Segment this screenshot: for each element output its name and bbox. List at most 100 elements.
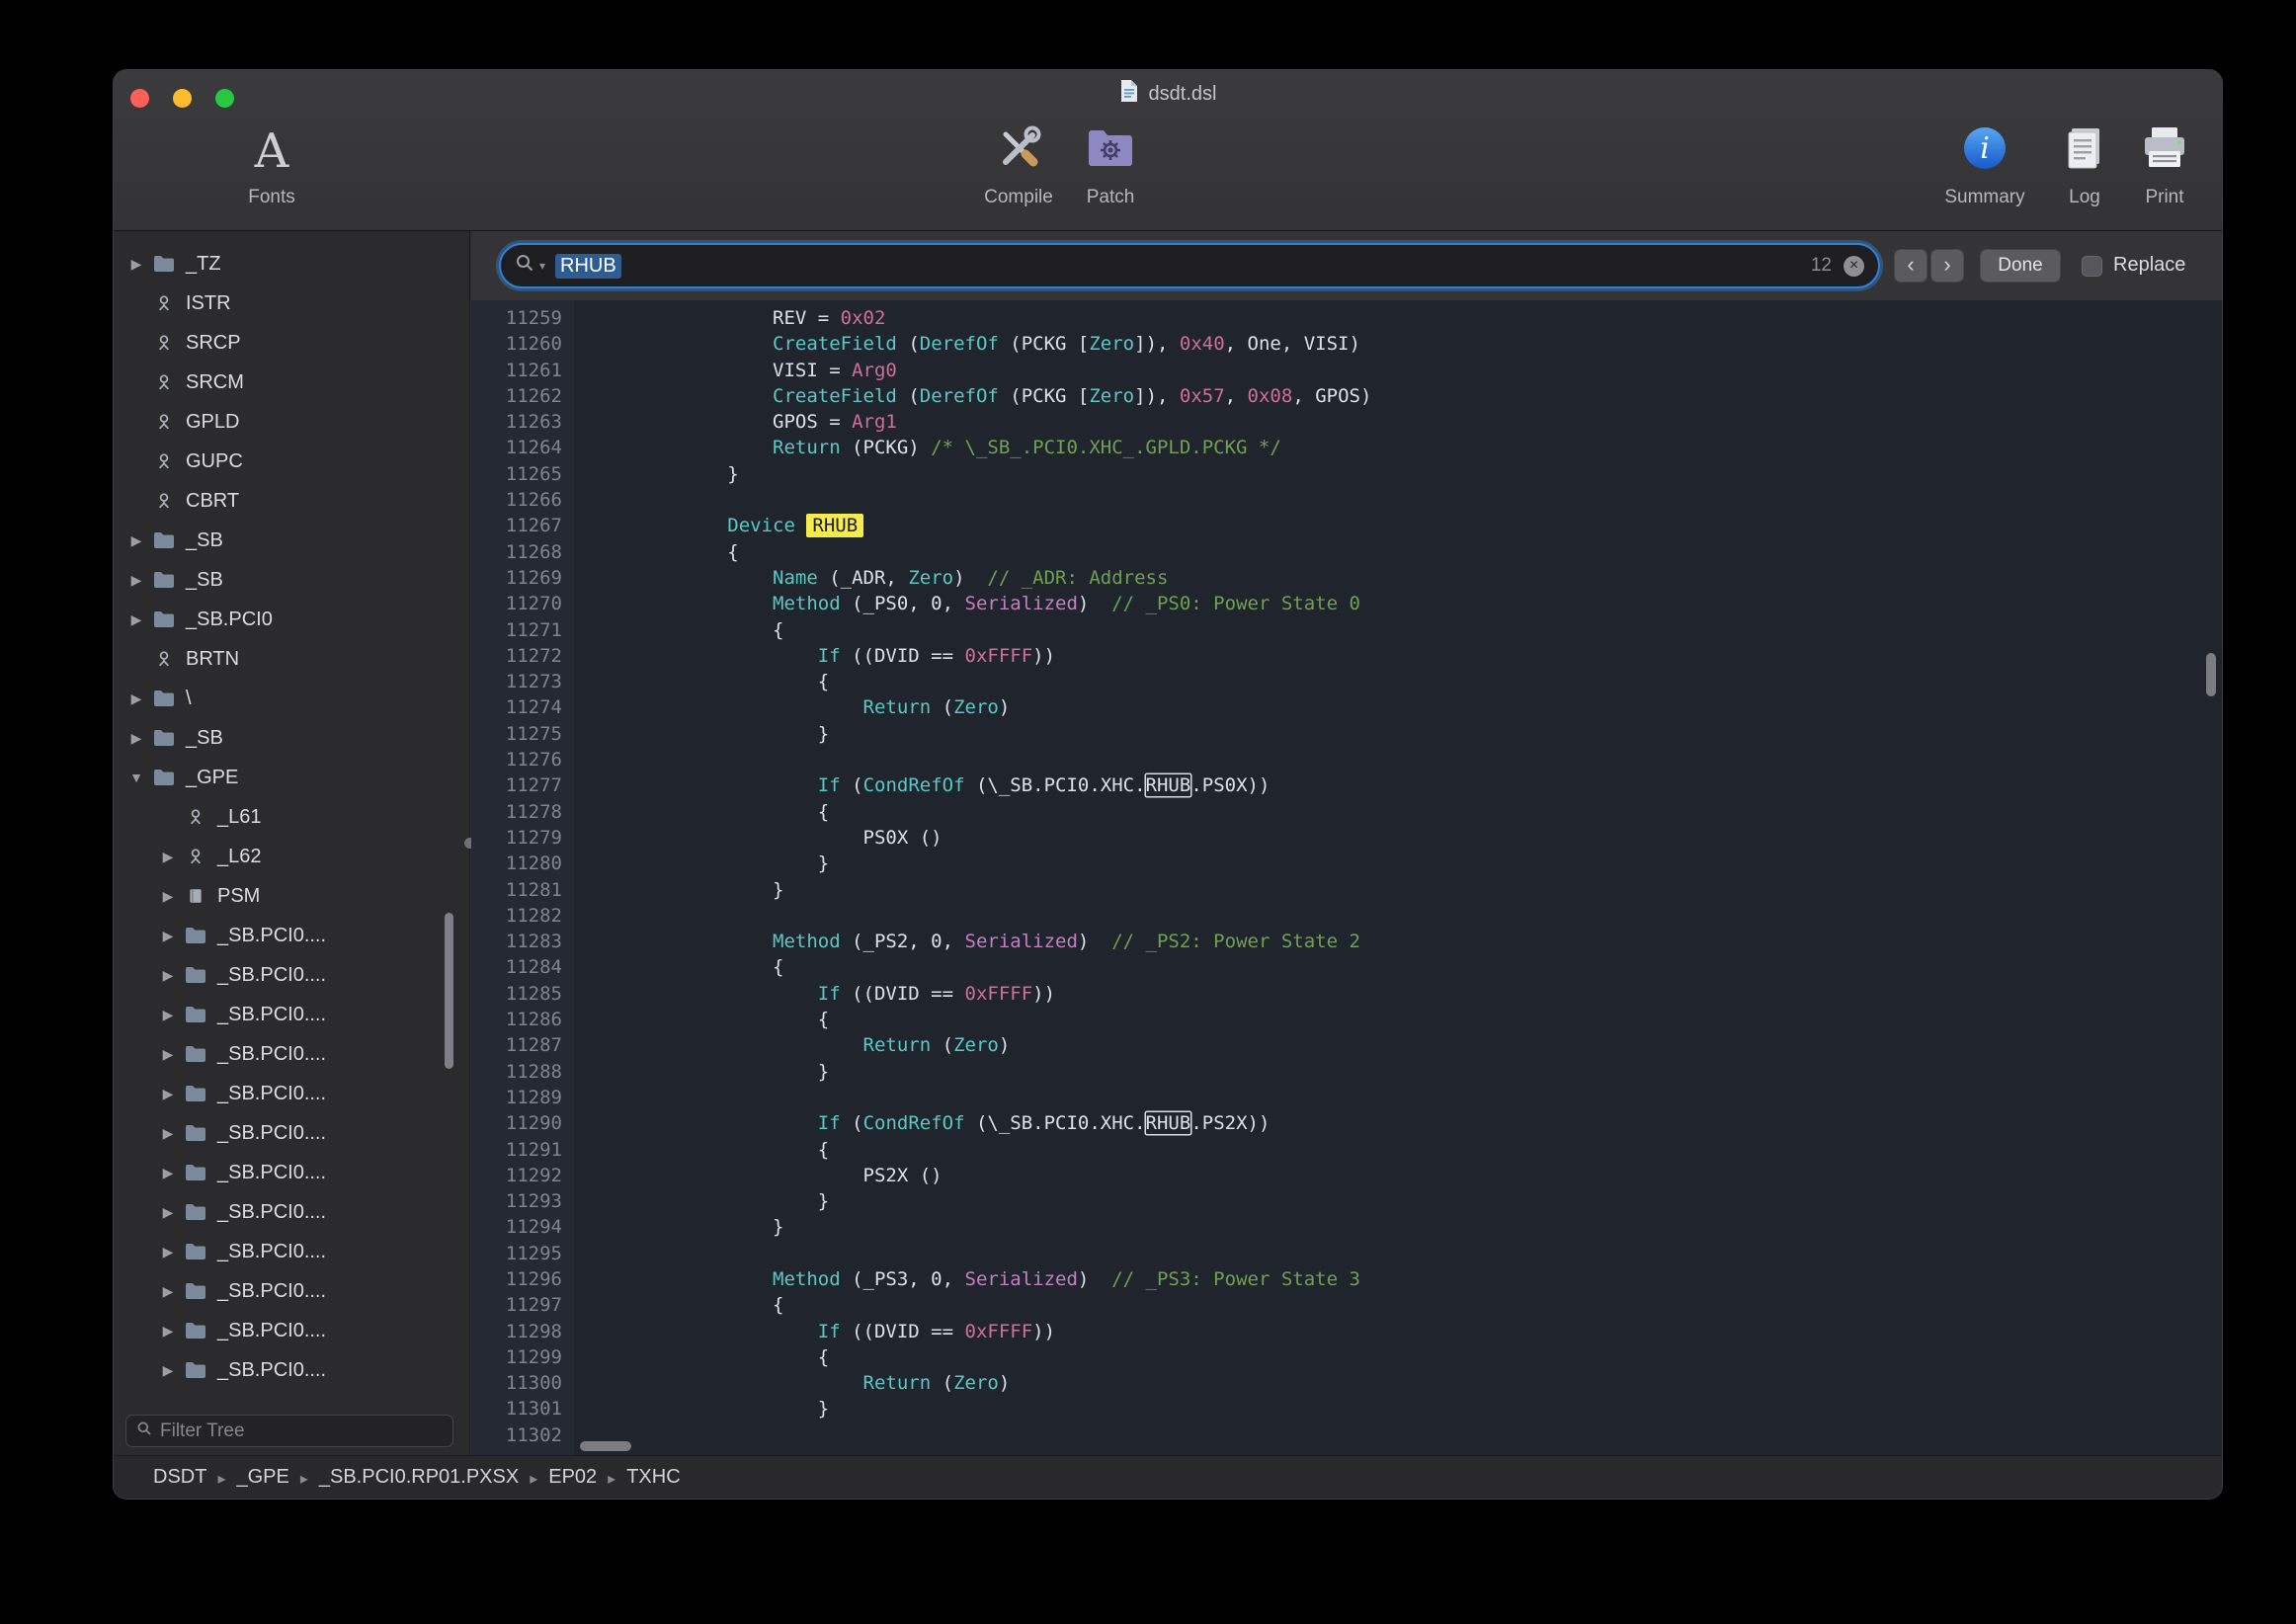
disclosure-triangle-icon[interactable]: ▶: [155, 1323, 181, 1340]
fonts-icon: A: [255, 122, 289, 181]
breadcrumb-separator-icon: ▸: [530, 1467, 537, 1489]
breadcrumb-separator-icon: ▸: [608, 1467, 615, 1489]
sidebar-item-sb-pci0[interactable]: ▶_SB.PCI0....: [114, 1074, 469, 1113]
sidebar-item-sb[interactable]: ▶_SB: [114, 718, 469, 758]
sidebar-item-brtn[interactable]: BRTN: [114, 639, 469, 679]
code-text: Device RHUB: [562, 513, 863, 538]
sidebar-item-gupc[interactable]: GUPC: [114, 442, 469, 481]
disclosure-triangle-icon[interactable]: ▶: [155, 1244, 181, 1260]
sidebar-item-srcm[interactable]: SRCM: [114, 363, 469, 402]
disclosure-triangle-icon[interactable]: ▶: [155, 1204, 181, 1221]
code-line: 11270 Method (_PS0, 0, Serialized) // _P…: [471, 591, 2222, 616]
sidebar-item-[interactable]: ▶\: [114, 679, 469, 718]
editor-vertical-scrollbar-thumb[interactable]: [2206, 653, 2216, 696]
sidebar-item-cbrt[interactable]: CBRT: [114, 481, 469, 521]
search-input[interactable]: ▾ RHUB 12 ×: [499, 243, 1880, 288]
code-text: }: [562, 1059, 829, 1085]
sidebar-scrollbar-thumb[interactable]: [445, 913, 453, 1069]
replace-checkbox[interactable]: [2082, 256, 2102, 277]
breadcrumb-item[interactable]: EP02: [548, 1466, 597, 1489]
fonts-toolbar-button[interactable]: A Fonts: [212, 120, 331, 208]
code-line: 11284 {: [471, 954, 2222, 980]
find-previous-button[interactable]: ‹: [1894, 249, 1927, 283]
sidebar-item-istr[interactable]: ISTR: [114, 284, 469, 323]
sidebar-item-tz[interactable]: ▶ _TZ: [114, 244, 469, 284]
sidebar-item-sb[interactable]: ▶_SB: [114, 521, 469, 560]
disclosure-triangle-icon[interactable]: ▶: [155, 1046, 181, 1063]
sidebar-item-gpld[interactable]: GPLD: [114, 402, 469, 442]
folder-icon: [149, 255, 179, 273]
sidebar-item-sb-pci0[interactable]: ▶_SB.PCI0....: [114, 1034, 469, 1074]
find-next-button[interactable]: ›: [1930, 249, 1964, 283]
disclosure-triangle-icon[interactable]: ▶: [155, 1086, 181, 1102]
sidebar-item-srcp[interactable]: SRCP: [114, 323, 469, 363]
folder-icon: [149, 729, 179, 747]
code-text: }: [562, 1214, 783, 1240]
sidebar-item-l62[interactable]: ▶_L62: [114, 837, 469, 876]
sidebar-item-sb-pci0[interactable]: ▶_SB.PCI0....: [114, 1311, 469, 1350]
sidebar-item-sb-pci0[interactable]: ▶_SB.PCI0: [114, 600, 469, 639]
sidebar-item-sb-pci0[interactable]: ▶_SB.PCI0....: [114, 1232, 469, 1271]
disclosure-triangle-icon[interactable]: ▶: [123, 572, 149, 589]
sidebar-item-label: _TZ: [186, 253, 221, 276]
disclosure-triangle-icon[interactable]: ▶: [123, 690, 149, 707]
breadcrumb-item[interactable]: _SB.PCI0.RP01.PXSX: [319, 1466, 519, 1489]
method-icon: [181, 808, 210, 826]
sidebar-item-sb-pci0[interactable]: ▶_SB.PCI0....: [114, 995, 469, 1034]
print-toolbar-button[interactable]: Print: [2105, 120, 2223, 208]
disclosure-triangle-icon[interactable]: ▶: [155, 928, 181, 944]
editor-horizontal-scrollbar-thumb[interactable]: [580, 1441, 631, 1451]
folder-icon: [149, 571, 179, 589]
line-number: 11279: [471, 825, 562, 851]
breadcrumb-item[interactable]: TXHC: [626, 1466, 680, 1489]
disclosure-triangle-icon[interactable]: ▶: [155, 849, 181, 865]
sidebar-item-sb[interactable]: ▶_SB: [114, 560, 469, 600]
sidebar-item-sb-pci0[interactable]: ▶_SB.PCI0....: [114, 916, 469, 955]
sidebar-item-l61[interactable]: _L61: [114, 797, 469, 837]
disclosure-triangle-icon[interactable]: ▶: [155, 1007, 181, 1023]
sidebar-item-sb-pci0[interactable]: ▶_SB.PCI0....: [114, 955, 469, 995]
find-match-box: RHUB: [1146, 774, 1191, 796]
summary-label: Summary: [1944, 187, 2024, 208]
code-text: If (CondRefOf (\_SB.PCI0.XHC.RHUB.PS0X)): [562, 772, 1270, 798]
code-text: [562, 1241, 592, 1266]
ssdt-tree[interactable]: ▶_TZISTRSRCPSRCMGPLDGUPCCBRT▶_SB▶_SB▶_SB…: [114, 231, 469, 1407]
line-number: 11259: [471, 305, 562, 331]
sidebar-item-sb-pci0[interactable]: ▶_SB.PCI0....: [114, 1271, 469, 1311]
folder-icon: [181, 1045, 210, 1063]
line-number: 11288: [471, 1059, 562, 1085]
filter-tree-input[interactable]: Filter Tree: [125, 1415, 453, 1447]
code-line: 11260 CreateField (DerefOf (PCKG [Zero])…: [471, 331, 2222, 357]
disclosure-triangle-icon[interactable]: ▼: [123, 770, 149, 785]
disclosure-triangle-icon[interactable]: ▶: [155, 967, 181, 984]
code-editor[interactable]: 11259 REV = 0x0211260 CreateField (Deref…: [471, 300, 2222, 1456]
sidebar-item-label: ISTR: [186, 292, 231, 315]
disclosure-triangle-icon[interactable]: ▶: [155, 1165, 181, 1181]
line-number: 11278: [471, 799, 562, 825]
clear-search-button[interactable]: ×: [1844, 256, 1864, 277]
sidebar-item-psm[interactable]: ▶PSM: [114, 876, 469, 916]
code-line: 11300 Return (Zero): [471, 1370, 2222, 1396]
breadcrumb-item[interactable]: _GPE: [236, 1466, 288, 1489]
line-number: 11271: [471, 617, 562, 643]
sidebar-item-gpe[interactable]: ▼_GPE: [114, 758, 469, 797]
code-line: 11302: [471, 1422, 2222, 1448]
sidebar-item-sb-pci0[interactable]: ▶_SB.PCI0....: [114, 1350, 469, 1390]
disclosure-triangle-icon[interactable]: ▶: [123, 256, 149, 273]
breadcrumb-item[interactable]: DSDT: [153, 1466, 206, 1489]
done-button[interactable]: Done: [1980, 249, 2061, 283]
disclosure-triangle-icon[interactable]: ▶: [123, 730, 149, 747]
sidebar-item-sb-pci0[interactable]: ▶_SB.PCI0....: [114, 1153, 469, 1192]
code-line: 11278 {: [471, 799, 2222, 825]
patch-toolbar-button[interactable]: Patch: [1051, 120, 1170, 208]
disclosure-triangle-icon[interactable]: ▶: [123, 611, 149, 628]
sidebar-item-sb-pci0[interactable]: ▶_SB.PCI0....: [114, 1113, 469, 1153]
disclosure-triangle-icon[interactable]: ▶: [123, 532, 149, 549]
sidebar-item-sb-pci0[interactable]: ▶_SB.PCI0....: [114, 1192, 469, 1232]
disclosure-triangle-icon[interactable]: ▶: [155, 1283, 181, 1300]
disclosure-triangle-icon[interactable]: ▶: [155, 1362, 181, 1379]
disclosure-triangle-icon[interactable]: ▶: [155, 888, 181, 905]
code-text: PS0X (): [562, 825, 943, 851]
disclosure-triangle-icon[interactable]: ▶: [155, 1125, 181, 1142]
chevron-down-icon[interactable]: ▾: [539, 259, 545, 273]
